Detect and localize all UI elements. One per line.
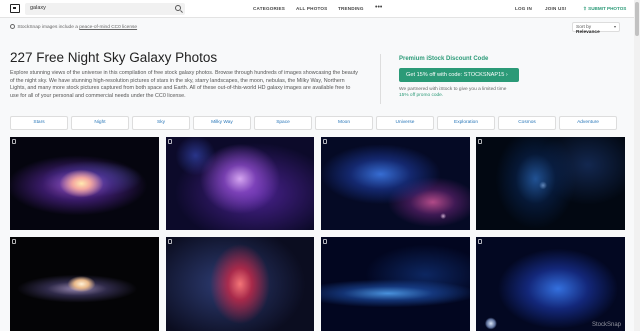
photo-card[interactable]: StockSnap <box>476 237 625 331</box>
tag-milky-way[interactable]: Milky Way <box>193 116 251 130</box>
promo-note: We partnered with iStock to give you a l… <box>399 87 509 100</box>
stocksnap-logo-icon[interactable] <box>10 4 20 13</box>
promo-title: Premium iStock Discount Code <box>399 56 489 62</box>
photo-card[interactable] <box>10 237 159 331</box>
license-link[interactable]: peace-of-mind CC0 license <box>79 25 137 30</box>
tag-space[interactable]: Space <box>254 116 312 130</box>
tag-cosmos[interactable]: Cosmos <box>498 116 556 130</box>
sort-dropdown[interactable]: Sort by Relevance ▾ <box>572 22 620 35</box>
tag-universe[interactable]: Universe <box>376 116 434 130</box>
scrollbar-thumb[interactable] <box>635 2 639 36</box>
photo-badge-icon <box>12 239 16 244</box>
nav-trending[interactable]: TRENDING <box>338 6 364 11</box>
section-divider <box>380 54 381 104</box>
photo-badge-icon <box>323 239 327 244</box>
license-prefix: StockSnap images include a <box>17 24 78 30</box>
more-menu-icon[interactable]: ••• <box>375 4 382 11</box>
tag-adventure[interactable]: Adventure <box>559 116 617 130</box>
page-description: Explore stunning views of the universe i… <box>10 70 358 99</box>
page-title: 227 Free Night Sky Galaxy Photos <box>10 50 218 65</box>
search-icon[interactable] <box>175 5 181 11</box>
promo-note-link[interactable]: 15% off promo code. <box>399 93 443 98</box>
tag-stars[interactable]: Stars <box>10 116 68 130</box>
photo-badge-icon <box>168 239 172 244</box>
promo-note-text: We partnered with iStock to give you a l… <box>399 87 507 92</box>
photo-card[interactable] <box>321 237 470 331</box>
photo-badge-icon <box>478 139 482 144</box>
tag-exploration[interactable]: Exploration <box>437 116 495 130</box>
top-navigation-bar: galaxy CATEGORIES ALL PHOTOS TRENDING ••… <box>0 0 640 18</box>
photo-card[interactable] <box>166 237 314 331</box>
login-link[interactable]: LOG IN <box>515 6 532 11</box>
tag-moon[interactable]: Moon <box>315 116 373 130</box>
nav-all-photos[interactable]: ALL PHOTOS <box>296 6 327 11</box>
search-input[interactable]: galaxy <box>25 3 185 15</box>
photo-badge-icon <box>478 239 482 244</box>
stocksnap-watermark: StockSnap <box>591 322 621 328</box>
photo-badge-icon <box>168 139 172 144</box>
cc0-icon <box>10 24 15 29</box>
photo-card[interactable] <box>321 137 470 230</box>
license-note: StockSnap images include a peace-of-mind… <box>10 24 137 30</box>
photo-card[interactable] <box>10 137 159 230</box>
tag-sky[interactable]: Sky <box>132 116 190 130</box>
join-link[interactable]: JOIN US! <box>545 6 567 11</box>
photo-card[interactable] <box>166 137 314 230</box>
submit-photos-label: SUBMIT PHOTOS <box>588 6 627 11</box>
sort-value: Relevance <box>576 30 600 35</box>
tag-filter-bar: Stars Night Sky Milky Way Space Moon Uni… <box>10 116 620 130</box>
photo-badge-icon <box>323 139 327 144</box>
photo-card[interactable] <box>476 137 625 230</box>
nav-categories[interactable]: CATEGORIES <box>253 6 285 11</box>
chevron-down-icon: ▾ <box>613 24 616 29</box>
photo-badge-icon <box>12 139 16 144</box>
promo-code-button[interactable]: Get 15% off with code: STOCKSNAP15 › <box>399 68 519 82</box>
submit-photos-link[interactable]: ⇧ SUBMIT PHOTOS <box>583 6 626 12</box>
tag-night[interactable]: Night <box>71 116 129 130</box>
search-input-value[interactable]: galaxy <box>30 5 46 11</box>
page-scrollbar[interactable] <box>634 0 640 331</box>
